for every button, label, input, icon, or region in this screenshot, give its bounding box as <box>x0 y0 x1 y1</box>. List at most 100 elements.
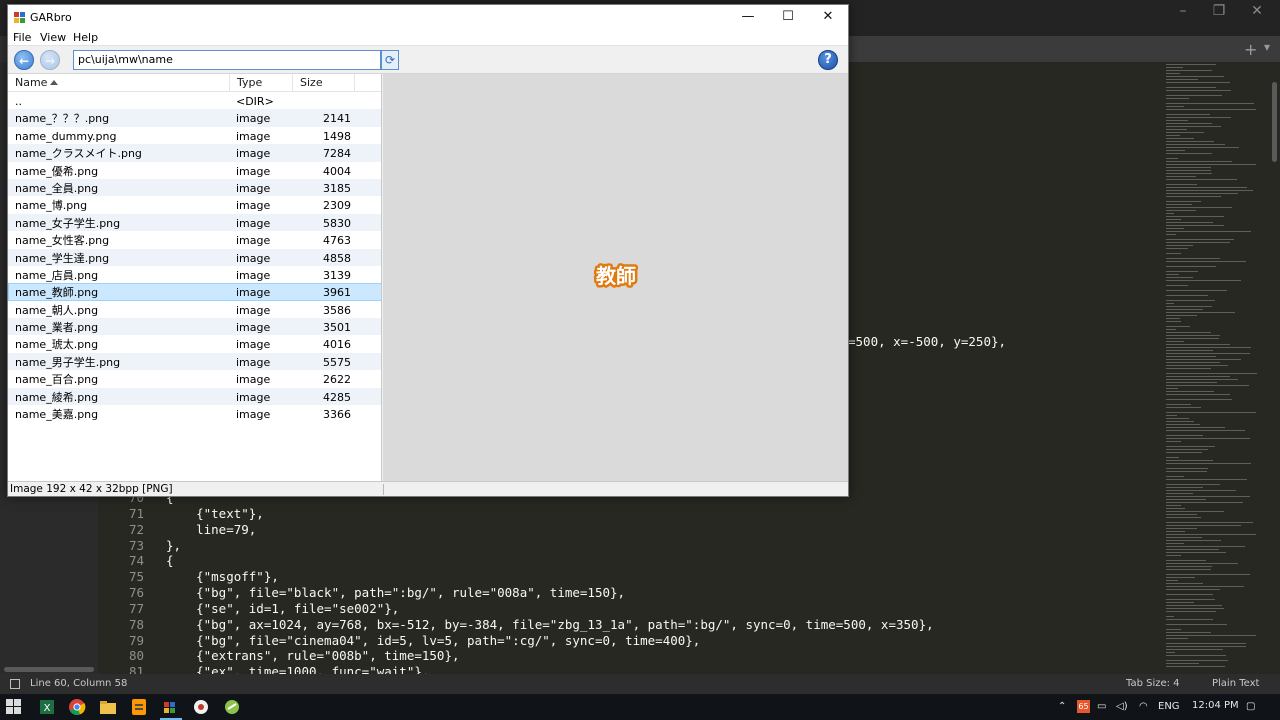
menu-file[interactable]: File <box>13 31 31 45</box>
sublime-text-icon[interactable] <box>129 697 149 717</box>
file-row[interactable]: name_百合.png image 2622 <box>8 370 381 387</box>
file-type: image <box>236 147 271 161</box>
forward-arrow-icon[interactable]: → <box>40 50 60 70</box>
minimap-line <box>1166 321 1181 322</box>
battery-icon[interactable]: ▭ <box>1097 700 1106 714</box>
sidebar-scrollbar[interactable] <box>4 667 94 672</box>
file-row[interactable]: name_クラスメイト.png image 7284 <box>8 144 381 162</box>
file-row[interactable]: name_美嘉.png image 3366 <box>8 405 381 422</box>
garbro-taskbar-icon[interactable] <box>160 697 180 717</box>
editor-vertical-scrollbar[interactable] <box>1268 62 1280 674</box>
editor-close-icon[interactable]: ✕ <box>1248 4 1266 18</box>
minimap-line <box>1166 135 1180 136</box>
preview-image: 教師 教師 <box>594 262 639 291</box>
garbro-app-icon <box>14 12 26 23</box>
minimize-icon[interactable]: — <box>728 5 768 31</box>
file-size: 4016 <box>323 338 351 352</box>
file-row[interactable]: name_dummy.png image 1498 <box>8 127 381 144</box>
network-icon[interactable]: ◠ <box>1139 700 1148 714</box>
file-list[interactable]: Name Type Size .. <DIR> name_？？？.png image 2… <box>8 74 382 481</box>
chrome-icon[interactable] <box>67 697 87 717</box>
excel-icon[interactable]: X <box>37 697 57 717</box>
tab-size-indicator[interactable]: Tab Size: 4 <box>1126 674 1180 694</box>
tray-badge[interactable]: 65 <box>1077 700 1090 713</box>
file-row[interactable]: name_学生達.png image 4858 <box>8 248 381 266</box>
scrollbar-thumb[interactable] <box>1272 82 1277 162</box>
refresh-icon[interactable]: ⟳ <box>381 50 399 70</box>
minimap-line <box>1166 170 1211 171</box>
column-header-size[interactable]: Size <box>293 74 355 92</box>
code-minimap[interactable] <box>1160 62 1268 674</box>
file-row[interactable]: name_朝人.png image 3586 <box>8 301 381 318</box>
app-icon[interactable] <box>191 697 211 717</box>
file-name: name_男子学生.png <box>15 355 121 369</box>
file-row[interactable]: name_男子学生.png image 5575 <box>8 352 381 371</box>
app-icon[interactable] <box>222 697 242 717</box>
line-number: 78 <box>128 616 144 632</box>
notifications-icon[interactable]: ▢ <box>1246 700 1255 714</box>
maximize-icon[interactable]: ☐ <box>768 5 808 31</box>
file-row[interactable]: name_優希.png image 4004 <box>8 162 381 179</box>
minimap-line <box>1166 153 1212 154</box>
file-row[interactable]: name_女性客.png image 4763 <box>8 231 381 248</box>
minimap-line <box>1166 213 1174 214</box>
new-tab-icon[interactable]: + <box>1244 40 1257 59</box>
file-row[interactable]: name_教師.png image 3961 <box>8 283 381 301</box>
minimap-line <box>1166 552 1226 553</box>
help-icon[interactable]: ? <box>818 50 838 70</box>
language-indicator[interactable]: ENG <box>1158 700 1180 714</box>
column-header-type[interactable]: Type <box>230 74 293 92</box>
minimap-line <box>1166 184 1197 185</box>
tray-expand-icon[interactable]: ⌃ <box>1058 700 1066 714</box>
close-icon[interactable]: ✕ <box>808 5 848 31</box>
minimap-line <box>1166 173 1212 174</box>
panel-toggle-icon[interactable] <box>10 679 20 689</box>
editor-minimize-icon[interactable]: – <box>1174 4 1192 18</box>
minimap-line <box>1166 382 1217 383</box>
file-size: 3961 <box>323 286 351 300</box>
file-row[interactable]: name_博.png image 2309 <box>8 196 381 213</box>
file-row[interactable]: name_？？？.png image 2141 <box>8 109 381 127</box>
file-row[interactable]: name_店員.png image 3139 <box>8 266 381 283</box>
toolbar: ← → pc\uija\mw\name ⟳ ? <box>8 46 848 74</box>
back-arrow-icon[interactable]: ← <box>14 50 34 70</box>
file-row[interactable]: name_業者.png image 3501 <box>8 318 381 336</box>
minimap-line <box>1166 144 1225 145</box>
minimap-line <box>1166 347 1251 348</box>
minimap-line <box>1166 635 1256 636</box>
garbro-title-bar[interactable]: GARbro — ☐ ✕ <box>8 5 848 31</box>
minimap-line <box>1166 239 1234 240</box>
minimap-line <box>1166 76 1224 77</box>
file-explorer-icon[interactable] <box>98 697 118 717</box>
minimap-line <box>1166 271 1198 272</box>
file-row[interactable]: name_女子学生.png image 5830 <box>8 213 381 232</box>
file-row[interactable]: name_全員.png image 3185 <box>8 178 381 197</box>
minimap-line <box>1166 517 1201 518</box>
column-header-name[interactable]: Name <box>8 74 230 92</box>
minimap-line <box>1166 493 1193 494</box>
taskbar-clock[interactable]: 12:04 PM <box>1192 700 1239 711</box>
file-row[interactable]: .. <DIR> <box>8 92 381 109</box>
volume-icon[interactable]: ◁) <box>1116 700 1128 714</box>
minimap-line <box>1166 602 1194 603</box>
minimap-line <box>1166 225 1224 226</box>
editor-restore-icon[interactable]: ❐ <box>1210 4 1228 18</box>
minimap-line <box>1166 394 1230 395</box>
file-size: 3366 <box>323 408 351 422</box>
syntax-indicator[interactable]: Plain Text <box>1212 674 1259 694</box>
path-input[interactable]: pc\uija\mw\name <box>73 50 381 70</box>
code-line: {"bg", file="cinema04", id=5, lv=5, path… <box>166 632 701 648</box>
menu-help[interactable]: Help <box>73 31 98 45</box>
minimap-line <box>1166 511 1224 512</box>
minimap-line <box>1166 147 1239 148</box>
menu-view[interactable]: View <box>40 31 66 45</box>
code-line: }, <box>166 537 182 553</box>
minimap-line <box>1166 479 1247 480</box>
file-row[interactable]: name_綾希.png image 4285 <box>8 387 381 406</box>
minimap-line <box>1166 196 1221 197</box>
tab-menu-icon[interactable]: ▾ <box>1264 40 1270 54</box>
file-row[interactable]: name_琥太.png image 4016 <box>8 335 381 352</box>
file-type: image <box>236 216 271 230</box>
code-lines[interactable]: { {"text"}, line=79, }, { {"msgoff"}, {"… <box>166 490 934 680</box>
windows-start-icon[interactable] <box>6 699 22 715</box>
